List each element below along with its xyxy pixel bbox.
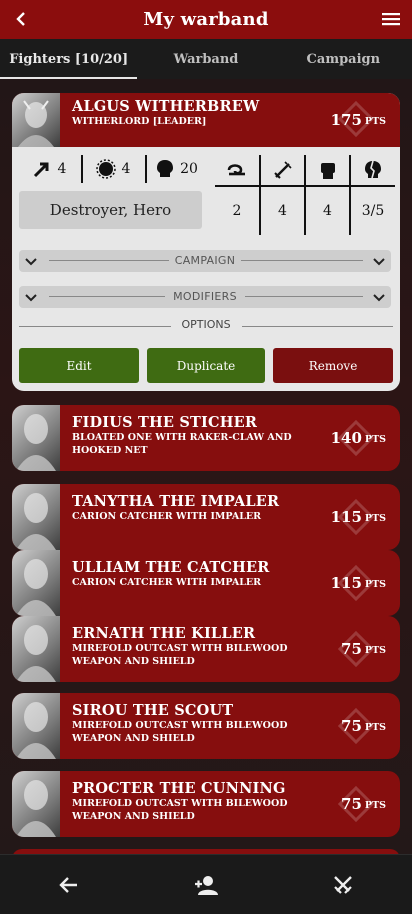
bottom-navigation (0, 854, 412, 914)
fighter-portrait (12, 616, 60, 682)
fighter-portrait (12, 550, 60, 616)
fighter-card[interactable]: ULLIAM THE CATCHER CARION CATCHER WITH I… (12, 550, 400, 616)
tab-fighters[interactable]: Fighters [10/20] (0, 39, 138, 79)
points-value: 75 (341, 795, 362, 813)
sword-icon (273, 161, 292, 179)
campaign-section-toggle[interactable]: CAMPAIGN (19, 250, 391, 272)
points-value: 140 (330, 429, 362, 447)
attacks-value: 4 (278, 203, 287, 219)
fighter-header[interactable]: ALGUS WITHERBREW WITHERLORD [LEADER] 175… (12, 93, 400, 147)
add-fighter-button[interactable] (137, 855, 274, 914)
fighter-points: 115 PTS (331, 550, 386, 616)
move-arrow-icon (33, 162, 49, 178)
fighter-points: 175 PTS (331, 93, 386, 147)
nav-back-button[interactable] (0, 855, 137, 914)
damage-value: 3/5 (361, 203, 385, 219)
fist-icon (320, 163, 335, 179)
fighter-card[interactable]: TANYTHA THE IMPALER CARION CATCHER WITH … (12, 484, 400, 550)
hamburger-menu-icon (382, 13, 400, 26)
app-header: My warband (0, 0, 412, 39)
fighter-portrait (12, 93, 60, 147)
options-label: OPTIONS (181, 318, 231, 331)
shield-icon (95, 159, 116, 179)
modifiers-section-toggle[interactable]: MODIFIERS (19, 286, 391, 308)
toughness-stat: 4 (83, 155, 143, 183)
crossed-swords-icon (334, 875, 353, 894)
chevron-down-icon (373, 258, 385, 266)
fighter-card[interactable]: ERNATH THE KILLER MIREFOLD OUTCAST WITH … (12, 616, 400, 682)
stats-table: 4 4 20 Destroyer, Hero 2 4 4 3/5 (19, 155, 395, 241)
chevron-left-icon (16, 12, 25, 26)
fighter-card[interactable]: SIROU THE SCOUT MIREFOLD OUTCAST WITH BI… (12, 693, 400, 759)
points-unit: PTS (364, 799, 386, 811)
wounds-stat: 20 (147, 155, 207, 183)
fighter-portrait (12, 484, 60, 550)
divider (215, 185, 395, 187)
strength-icon-cell (306, 155, 349, 185)
range-value: 2 (232, 203, 242, 219)
fighter-points: 75 PTS (341, 616, 386, 682)
broken-skull-icon (365, 160, 381, 179)
battle-button[interactable] (275, 855, 412, 914)
points-value: 115 (330, 574, 362, 592)
strength-value: 4 (323, 203, 332, 219)
tab-campaign[interactable]: Campaign (275, 39, 412, 79)
points-unit: PTS (364, 512, 386, 524)
remove-button[interactable]: Remove (273, 348, 393, 383)
points-value: 175 (330, 111, 362, 129)
range-icon-cell (215, 155, 259, 185)
toughness-value: 4 (121, 161, 131, 177)
points-unit: PTS (364, 433, 386, 445)
points-unit: PTS (364, 721, 386, 733)
menu-button[interactable] (378, 6, 404, 32)
fighter-card[interactable]: FIDIUS THE STICHER BLOATED ONE WITH RAKE… (12, 405, 400, 471)
points-value: 75 (341, 717, 362, 735)
tab-bar: Fighters [10/20] Warband Campaign (0, 39, 412, 79)
points-unit: PTS (364, 578, 386, 590)
fighter-card[interactable]: PROCTER THE CUNNING MIREFOLD OUTCAST WIT… (12, 771, 400, 837)
tab-warband[interactable]: Warband (137, 39, 274, 79)
back-button[interactable] (8, 6, 34, 32)
chevron-down-icon (373, 294, 385, 302)
fighter-points: 140 PTS (331, 405, 386, 471)
points-value: 75 (341, 640, 362, 658)
fighter-points: 115 PTS (331, 484, 386, 550)
fighter-points: 75 PTS (341, 771, 386, 837)
options-divider: OPTIONS (12, 317, 400, 335)
attacks-icon-cell (261, 155, 304, 185)
fighter-points: 75 PTS (341, 693, 386, 759)
runemarks-badge: Destroyer, Hero (19, 191, 202, 229)
damage-icon-cell (351, 155, 395, 185)
points-unit: PTS (364, 115, 386, 127)
range-icon (227, 164, 245, 176)
fighter-portrait (12, 693, 60, 759)
fighter-list[interactable]: ALGUS WITHERBREW WITHERLORD [LEADER] 175… (0, 79, 412, 854)
skull-icon (157, 160, 174, 177)
fighter-card-expanded: ALGUS WITHERBREW WITHERLORD [LEADER] 175… (12, 93, 400, 391)
edit-button[interactable]: Edit (19, 348, 139, 383)
points-value: 115 (330, 508, 362, 526)
duplicate-button[interactable]: Duplicate (147, 348, 265, 383)
page-title: My warband (143, 9, 269, 30)
move-value: 4 (57, 161, 67, 177)
wounds-value: 20 (180, 161, 198, 177)
fighter-portrait (12, 405, 60, 471)
add-user-icon (194, 875, 218, 895)
arrow-left-icon (58, 876, 77, 893)
move-stat: 4 (19, 155, 79, 183)
fighter-portrait (12, 771, 60, 837)
points-unit: PTS (364, 644, 386, 656)
